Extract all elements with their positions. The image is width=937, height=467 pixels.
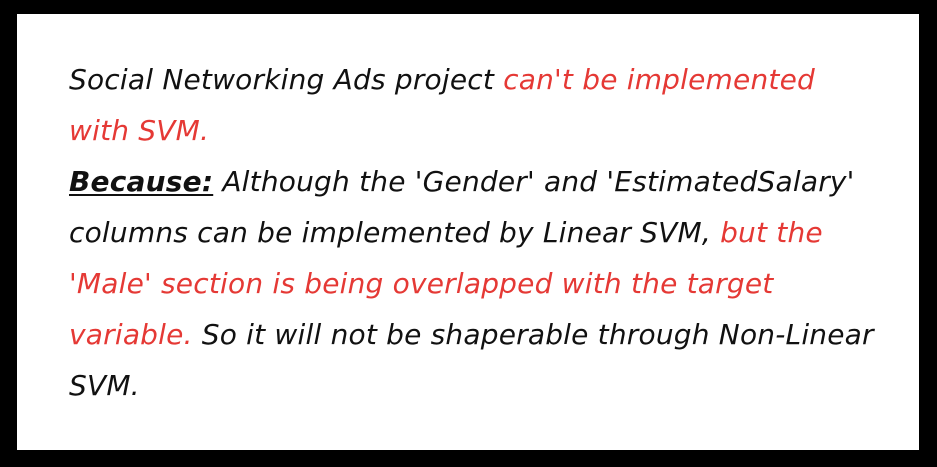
because-label: Because: [69, 165, 214, 198]
note-intro: Social Networking Ads project [69, 63, 504, 96]
note-text: Social Networking Ads project can't be i… [69, 54, 879, 411]
note-card: Social Networking Ads project can't be i… [17, 14, 919, 450]
